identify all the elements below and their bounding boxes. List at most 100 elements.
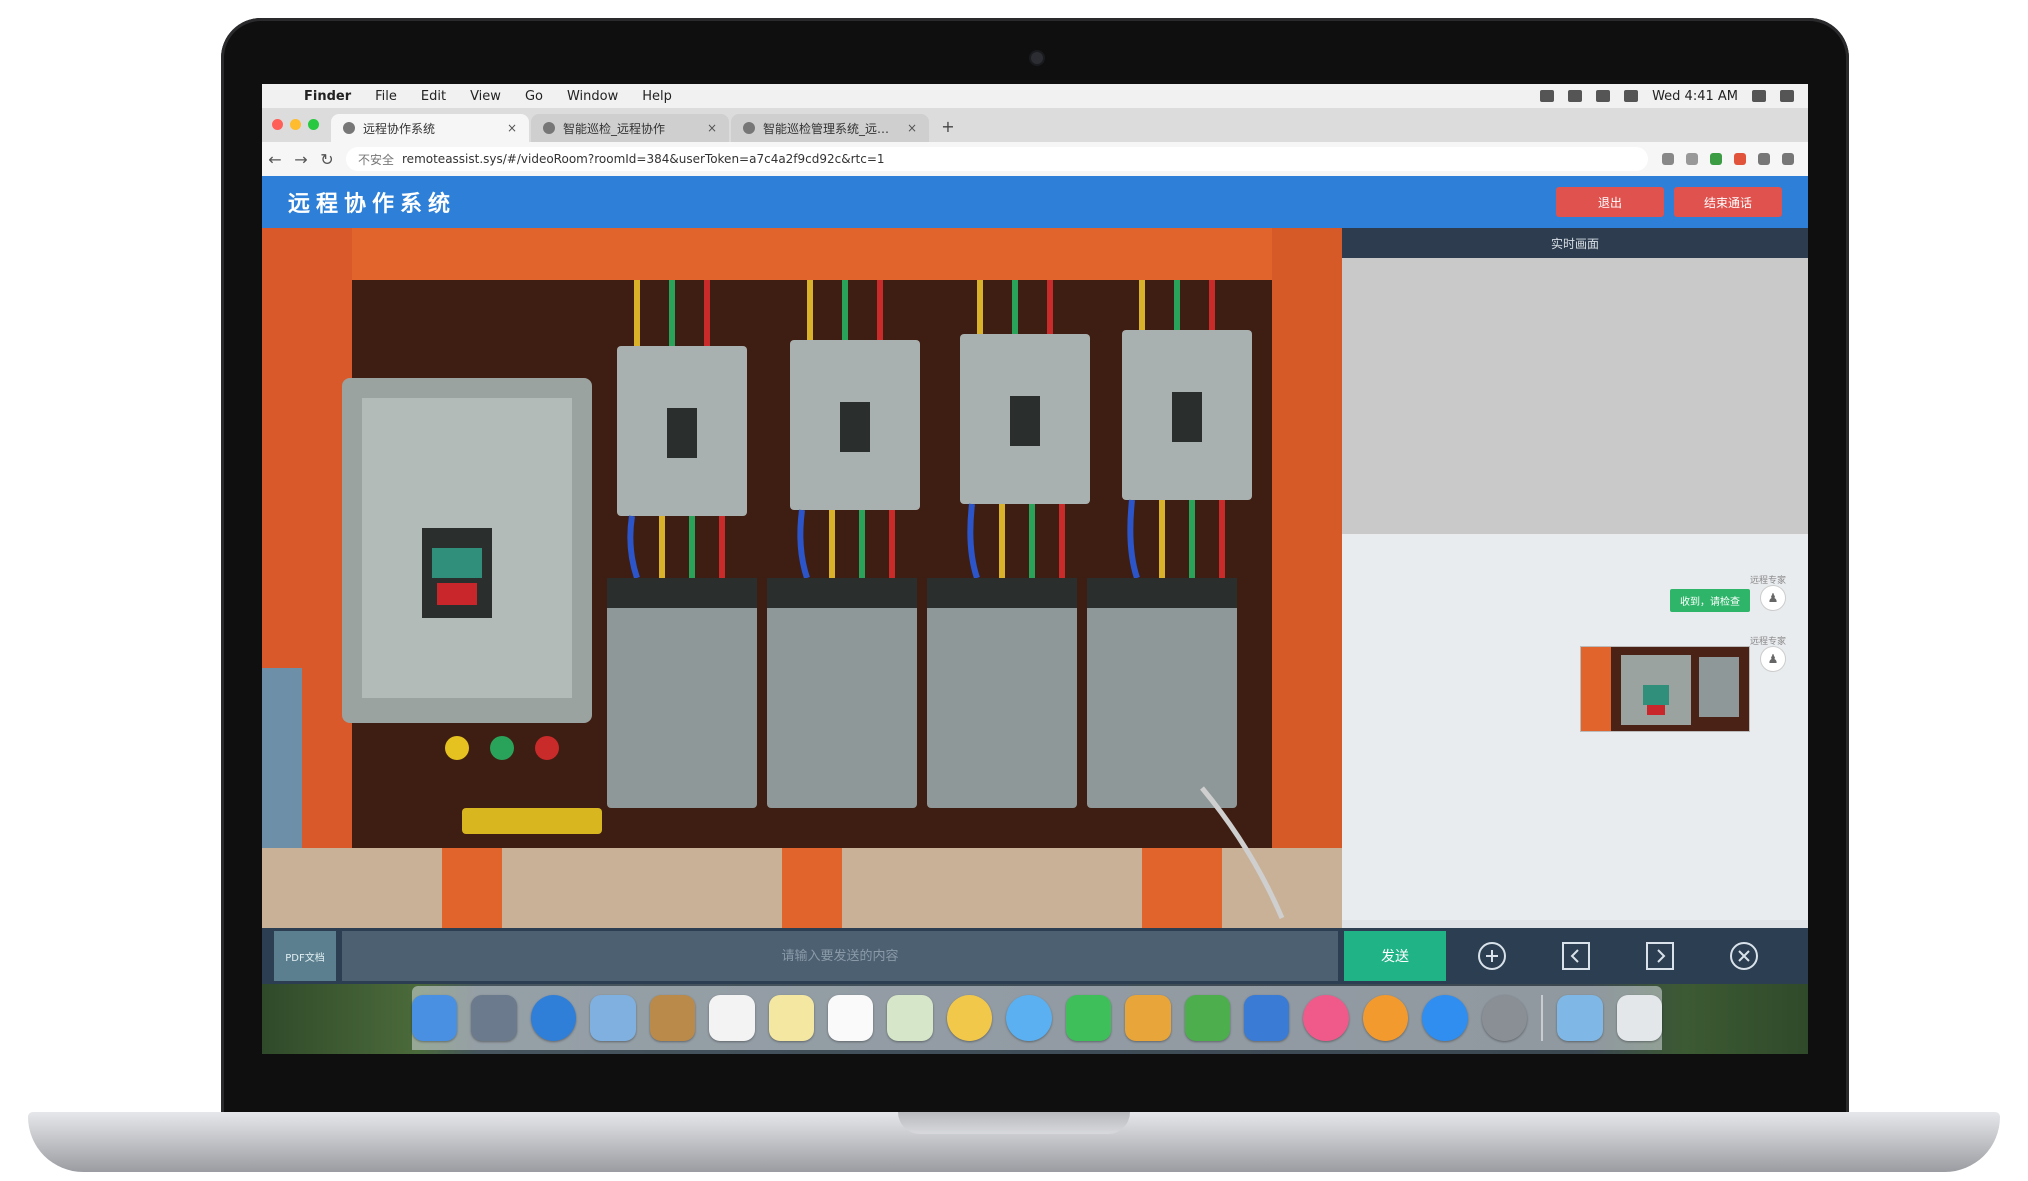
zoom-in-icon[interactable]	[1474, 938, 1510, 974]
tab-favicon-icon	[543, 122, 555, 134]
app-store-icon[interactable]	[1422, 995, 1468, 1041]
thumbnail-image	[1581, 647, 1749, 731]
chat-message: 远程专家 ♟	[1580, 637, 1786, 732]
reload-icon[interactable]: ↻	[314, 150, 340, 169]
browser-toolbar: ← → ↻ 不安全 remoteassist.sys/#/videoRoom?r…	[262, 142, 1808, 177]
app-title: 远程协作系统	[288, 192, 457, 217]
chat-image-thumbnail[interactable]	[1580, 646, 1750, 732]
maps-icon[interactable]	[887, 995, 933, 1041]
laptop-hinge-notch	[898, 1112, 1130, 1134]
mail-icon[interactable]	[590, 995, 636, 1041]
facetime-icon[interactable]	[1065, 995, 1112, 1041]
exit-button[interactable]: 退出	[1556, 187, 1664, 217]
bluetooth-icon[interactable]	[1540, 90, 1555, 102]
system-preferences-icon[interactable]	[1481, 995, 1528, 1041]
prev-icon[interactable]	[1558, 938, 1594, 974]
forward-arrow-icon[interactable]: →	[288, 150, 314, 169]
wifi-icon[interactable]	[1568, 90, 1583, 102]
spotlight-search-icon[interactable]	[1752, 90, 1766, 102]
message-input[interactable]	[342, 931, 1338, 981]
extension-red-icon[interactable]	[1734, 153, 1746, 165]
video-feed[interactable]	[262, 228, 1342, 928]
browser-tab[interactable]: 智能巡检_远程协作 ×	[531, 114, 729, 142]
close-icon[interactable]	[1726, 938, 1762, 974]
insecure-label: 不安全	[358, 152, 395, 167]
header-actions: 退出 结束通话	[1556, 187, 1808, 217]
chat-sender: 远程专家	[1749, 576, 1786, 586]
chat-message: 远程专家 收到，请检查 ♟	[1670, 576, 1786, 612]
keynote-icon[interactable]	[1244, 995, 1290, 1041]
cabinet-photo	[262, 228, 1342, 928]
tab-label: 智能巡检_远程协作	[563, 121, 666, 136]
photos-icon[interactable]	[946, 995, 993, 1041]
notification-center-icon[interactable]	[1780, 90, 1794, 102]
mac-dock	[411, 986, 1663, 1050]
remote-video-view[interactable]	[1342, 258, 1808, 534]
numbers-icon[interactable]	[1184, 995, 1231, 1041]
profile-icon[interactable]	[1758, 153, 1770, 165]
viewer-controls	[1474, 938, 1762, 974]
browser-tabstrip: 远程协作系统 × 智能巡检_远程协作 × 智能巡检管理系统_远程协作 × +	[262, 108, 1808, 142]
next-icon[interactable]	[1642, 938, 1678, 974]
menu-file[interactable]: File	[363, 89, 409, 104]
user-avatar-icon: ♟	[1760, 585, 1786, 611]
cast-icon[interactable]	[1686, 153, 1698, 165]
tab-close-icon[interactable]: ×	[707, 121, 717, 135]
menubar-clock[interactable]: Wed 4:41 AM	[1652, 89, 1738, 104]
bookmark-star-icon[interactable]	[1662, 153, 1674, 165]
itunes-icon[interactable]	[1303, 995, 1349, 1041]
bottom-toolbar: PDF文档 发送	[262, 928, 1808, 984]
back-arrow-icon[interactable]: ←	[262, 150, 288, 169]
messages-icon[interactable]	[1006, 995, 1052, 1041]
end-call-button[interactable]: 结束通话	[1674, 187, 1782, 217]
side-panel-title: 实时画面	[1342, 228, 1808, 258]
menu-help[interactable]: Help	[630, 89, 684, 104]
window-controls	[262, 119, 331, 142]
trash-icon[interactable]	[1616, 995, 1663, 1041]
contacts-icon[interactable]	[649, 995, 696, 1041]
menu-edit[interactable]: Edit	[409, 89, 458, 104]
chrome-menu-icon[interactable]	[1782, 153, 1794, 165]
browser-tab-active[interactable]: 远程协作系统 ×	[331, 114, 529, 142]
webcam	[1031, 52, 1043, 64]
battery-icon[interactable]	[1624, 90, 1639, 102]
side-panel: 实时画面 远程专家 收到，请检查 ♟ 远程专家 ♟	[1342, 228, 1808, 928]
url-text: remoteassist.sys/#/videoRoom?roomId=384&…	[402, 152, 885, 166]
app-header: 远程协作系统 退出 结束通话	[262, 176, 1808, 228]
tab-close-icon[interactable]: ×	[907, 121, 917, 135]
chat-bubble: 收到，请检查	[1670, 589, 1750, 612]
panel-scrollbar[interactable]	[1342, 920, 1808, 928]
tab-close-icon[interactable]: ×	[507, 121, 517, 135]
menu-window[interactable]: Window	[555, 89, 630, 104]
menu-view[interactable]: View	[458, 89, 513, 104]
finder-icon[interactable]	[411, 995, 458, 1041]
notes-icon[interactable]	[768, 995, 814, 1041]
reminders-icon[interactable]	[827, 995, 874, 1041]
ibooks-icon[interactable]	[1362, 995, 1409, 1041]
downloads-folder-icon[interactable]	[1557, 995, 1603, 1041]
volume-icon[interactable]	[1596, 90, 1611, 102]
launchpad-icon[interactable]	[471, 995, 517, 1041]
menubar-status-area: Wed 4:41 AM	[1540, 89, 1808, 104]
menu-go[interactable]: Go	[513, 89, 555, 104]
extension-green-icon[interactable]	[1710, 153, 1722, 165]
minimize-window-button[interactable]	[290, 119, 301, 130]
address-bar[interactable]: 不安全 remoteassist.sys/#/videoRoom?roomId=…	[346, 147, 1648, 171]
menu-finder[interactable]: Finder	[292, 89, 363, 104]
tab-label: 智能巡检管理系统_远程协作	[763, 121, 901, 136]
new-tab-button[interactable]: +	[937, 117, 959, 139]
user-avatar-icon: ♟	[1760, 646, 1786, 672]
send-button[interactable]: 发送	[1344, 931, 1446, 981]
mac-menubar: Finder File Edit View Go Window Help Wed…	[262, 84, 1808, 109]
pdf-document-button[interactable]: PDF文档	[274, 931, 336, 981]
dock-separator	[1541, 995, 1544, 1041]
maximize-window-button[interactable]	[308, 119, 319, 130]
safari-icon[interactable]	[530, 995, 577, 1041]
calendar-icon[interactable]	[709, 995, 755, 1041]
browser-tab[interactable]: 智能巡检管理系统_远程协作 ×	[731, 114, 929, 142]
tab-favicon-icon	[343, 122, 355, 134]
pages-icon[interactable]	[1125, 995, 1171, 1041]
tab-favicon-icon	[743, 122, 755, 134]
extension-icons	[1662, 153, 1808, 165]
close-window-button[interactable]	[272, 119, 283, 130]
